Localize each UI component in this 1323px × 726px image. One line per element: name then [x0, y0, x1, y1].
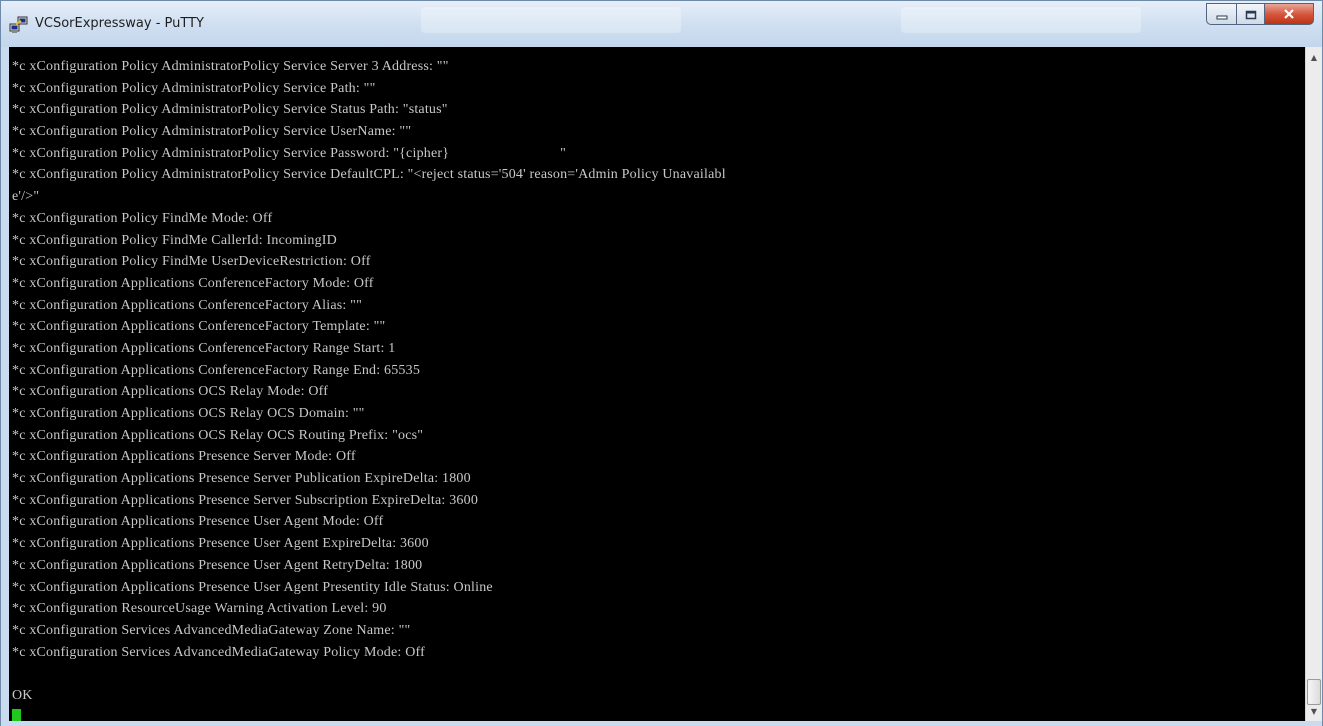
terminal-line: *c xConfiguration Applications Conferenc… — [12, 275, 374, 291]
close-button[interactable] — [1264, 3, 1314, 25]
terminal-output: *c xConfiguration Policy AdministratorPo… — [12, 56, 726, 721]
terminal-line: *c xConfiguration Applications OCS Relay… — [12, 427, 424, 443]
terminal-line: *c xConfiguration Policy FindMe CallerId… — [12, 232, 337, 248]
terminal-line: *c xConfiguration Applications Presence … — [12, 579, 493, 595]
terminal-area[interactable]: *c xConfiguration Policy AdministratorPo… — [9, 47, 1305, 721]
terminal-line: *c xConfiguration Policy AdministratorPo… — [12, 102, 448, 118]
maximize-button[interactable] — [1236, 3, 1264, 25]
maximize-icon — [1245, 5, 1257, 24]
minimize-button[interactable] — [1206, 3, 1236, 25]
scroll-down-button[interactable]: ▼ — [1306, 703, 1322, 719]
terminal-line: *c xConfiguration Applications Conferenc… — [12, 319, 386, 335]
terminal-line: *c xConfiguration Services AdvancedMedia… — [12, 644, 425, 660]
window-frame-bottom — [1, 721, 1322, 726]
terminal-line: *c xConfiguration Policy FindMe UserDevi… — [12, 254, 371, 270]
terminal-line: *c xConfiguration Applications OCS Relay… — [12, 406, 365, 421]
terminal-line: *c xConfiguration Applications Presence … — [12, 492, 479, 508]
terminal-line: *c xConfiguration Policy AdministratorPo… — [12, 80, 376, 96]
terminal-line: *c xConfiguration Policy AdministratorPo… — [12, 145, 567, 161]
arrow-up-icon: ▲ — [1310, 52, 1318, 62]
title-bar-glass — [901, 7, 1141, 33]
terminal-line: *c xConfiguration Applications Presence … — [12, 449, 356, 465]
terminal-line: e'/>" — [12, 189, 40, 205]
terminal-line: *c xConfiguration Applications Presence … — [12, 514, 384, 530]
terminal-line: *c xConfiguration Policy AdministratorPo… — [12, 167, 726, 183]
title-bar[interactable]: VCSorExpressway - PuTTY — [1, 1, 1322, 47]
terminal-line: *c xConfiguration Policy AdministratorPo… — [12, 124, 412, 140]
minimize-icon — [1216, 5, 1228, 24]
putty-window: VCSorExpressway - PuTTY *c xConfiguratio… — [0, 0, 1323, 726]
vertical-scrollbar[interactable]: ▲ ▼ — [1305, 47, 1322, 721]
arrow-down-icon: ▼ — [1310, 706, 1318, 716]
terminal-line: *c xConfiguration Policy FindMe Mode: Of… — [12, 210, 273, 226]
terminal-line: *c xConfiguration ResourceUsage Warning … — [12, 601, 387, 617]
scroll-up-button[interactable]: ▲ — [1306, 49, 1322, 65]
putty-icon[interactable] — [9, 15, 29, 35]
terminal-line: OK — [12, 687, 33, 703]
terminal-line: *c xConfiguration Applications Presence … — [12, 557, 423, 573]
terminal-line: *c xConfiguration Services AdvancedMedia… — [12, 622, 411, 638]
close-icon — [1283, 5, 1295, 24]
terminal-line: *c xConfiguration Policy AdministratorPo… — [12, 59, 449, 74]
terminal-line: *c xConfiguration Applications Conferenc… — [12, 362, 421, 378]
terminal-line: *c xConfiguration Applications Conferenc… — [12, 297, 363, 313]
terminal-line: *c xConfiguration Applications Presence … — [12, 536, 429, 552]
terminal-cursor — [12, 708, 21, 721]
terminal-line: *c xConfiguration Applications OCS Relay… — [12, 384, 329, 400]
scrollbar-thumb[interactable] — [1307, 679, 1321, 705]
window-title: VCSorExpressway - PuTTY — [35, 16, 204, 31]
terminal-line: *c xConfiguration Applications Conferenc… — [12, 340, 396, 356]
caption-buttons — [1206, 3, 1314, 27]
terminal-line: *c xConfiguration Applications Presence … — [12, 471, 471, 487]
title-bar-glass — [421, 7, 681, 33]
